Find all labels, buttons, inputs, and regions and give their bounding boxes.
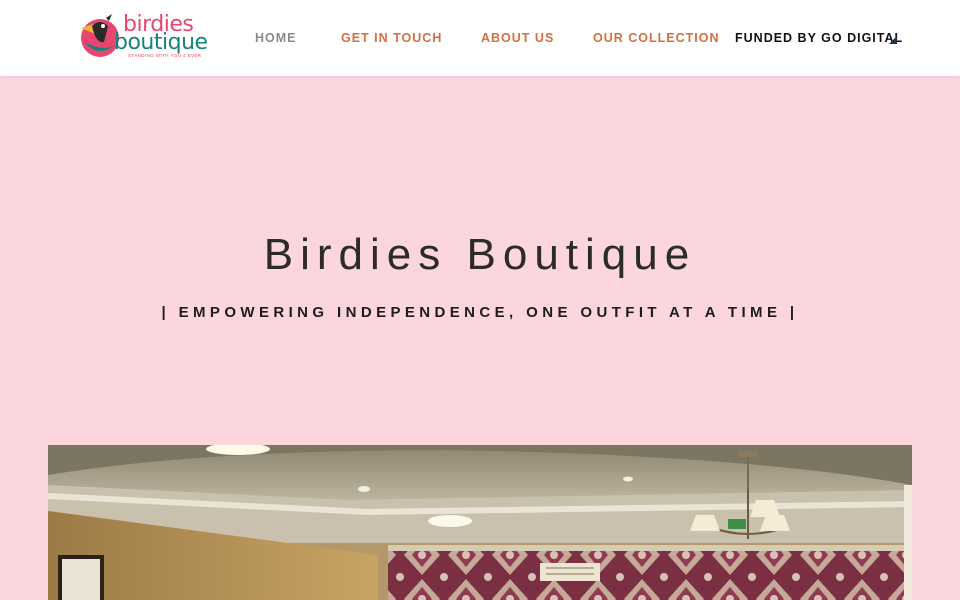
nav-about-us[interactable]: ABOUT US [481, 31, 554, 45]
nav-home[interactable]: HOME [255, 31, 297, 45]
site-logo[interactable]: birdies boutique STANDING WITH YOU 4 EVE… [78, 12, 218, 62]
dropdown-triangle-icon[interactable] [889, 36, 897, 44]
logo-text-boutique: boutique [114, 30, 208, 55]
boutique-interior-photo [48, 445, 912, 600]
logo-tagline: STANDING WITH YOU 4 EVER [128, 53, 202, 58]
hero-subtitle: | EMPOWERING INDEPENDENCE, ONE OUTFIT AT… [161, 304, 799, 321]
nav-our-collection[interactable]: OUR COLLECTION [593, 31, 720, 45]
hero-title: Birdies Boutique [263, 230, 697, 279]
nav-get-in-touch[interactable]: GET IN TOUCH [341, 31, 442, 45]
site-header: birdies boutique STANDING WITH YOU 4 EVE… [0, 0, 960, 76]
nav-funded-by-go-digital[interactable]: FUNDED BY GO DIGITAL [735, 31, 903, 45]
